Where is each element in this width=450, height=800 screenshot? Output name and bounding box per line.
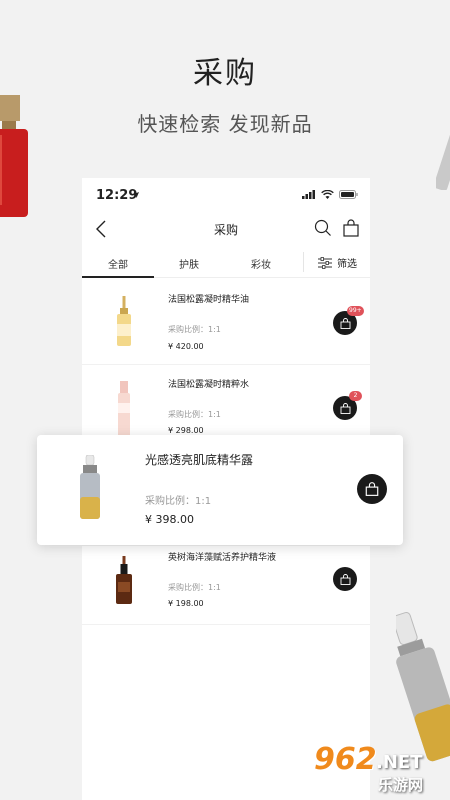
site-watermark: 962 .NET 乐游网 [310,740,450,796]
product-price: ¥ 298.00 [168,426,204,435]
tabs-divider [303,252,304,272]
dropper-bottle-image [116,556,132,604]
cart-count-badge: 2 [349,391,362,401]
product-price: ¥ 398.00 [145,513,194,526]
shopping-bag-icon [365,482,379,496]
shopping-bag-icon [340,573,350,585]
add-to-bag-button[interactable] [357,474,387,504]
product-name: 法国松露凝时精华油 [168,295,250,305]
product-ratio: 采购比例：1:1 [168,583,221,592]
toner-bottle-image [118,381,130,437]
filter-label: 筛选 [337,259,357,270]
status-icons [302,190,358,199]
shopping-bag-icon [340,317,350,329]
product-row[interactable]: 法国松露凝时精粹水 采购比例：1:1 ¥ 298.00 2 [82,365,370,445]
product-ratio: 采购比例：1:1 [168,325,221,334]
battery-icon [339,190,358,199]
tab-makeup[interactable]: 彩妆 [251,256,271,271]
filter-sliders-icon [318,256,332,269]
watermark-site: 乐游网 [378,776,424,794]
search-icon[interactable] [314,219,332,237]
promo-subtitle: 快速检索 发现新品 [137,112,313,136]
status-bar: 12:29 [82,178,370,214]
row-divider [82,624,370,625]
promo-title: 采购 [193,56,257,91]
cart-count-badge: 99+ [347,306,364,316]
featured-product-card[interactable]: 光感透亮肌底精华露 采购比例：1:1 ¥ 398.00 [37,435,403,545]
product-row[interactable]: 英树海洋藻赋活养护精华液 采购比例：1:1 ¥ 198.00 [82,546,370,624]
product-price: ¥ 420.00 [168,342,204,351]
product-ratio: 采购比例：1:1 [145,496,212,507]
product-price: ¥ 198.00 [168,599,204,608]
product-ratio: 采购比例：1:1 [168,410,221,419]
watermark-suffix: .NET [376,752,423,773]
category-tabs: 全部 护肤 彩妆 筛选 [82,248,370,278]
wifi-icon [321,190,334,199]
shopping-bag-icon [340,402,350,414]
decorative-red-perfume-bottle [0,95,28,217]
oil-bottle-image [117,296,131,346]
decorative-silver-bottle-edge [436,131,450,190]
tab-active-indicator [82,276,154,278]
product-name: 英树海洋藻赋活养护精华液 [168,553,277,563]
tab-all[interactable]: 全部 [108,256,128,271]
serum-bottle-image [80,455,100,519]
filter-button[interactable]: 筛选 [318,255,357,270]
product-row[interactable]: 法国松露凝时精华油 采购比例：1:1 ¥ 420.00 99+ [82,280,370,364]
shopping-bag-icon[interactable] [342,219,360,237]
product-name: 法国松露凝时精粹水 [168,380,250,390]
add-to-bag-button[interactable] [333,567,357,591]
signal-icon [302,190,315,199]
watermark-brand: 962 [314,742,377,777]
tab-skincare[interactable]: 护肤 [179,256,199,271]
product-name: 光感透亮肌底精华露 [145,453,254,467]
navigation-bar: 采购 [82,214,370,246]
location-arrow-icon [133,192,139,198]
